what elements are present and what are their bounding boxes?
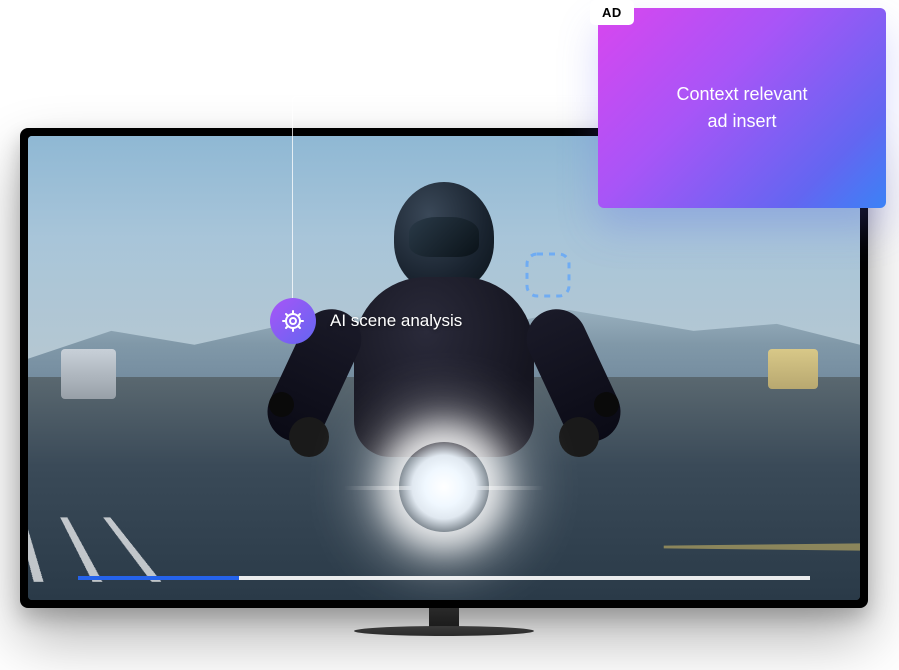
- bike-handlebar: [289, 417, 329, 457]
- vehicle-truck: [61, 349, 116, 399]
- ad-insert-card: AD Context relevant ad insert: [598, 8, 886, 208]
- vehicle-truck: [768, 349, 818, 389]
- rider-helmet: [394, 182, 494, 292]
- tv-stand: [354, 608, 534, 636]
- ad-tag: AD: [590, 0, 634, 25]
- road-shoulder: [663, 543, 860, 551]
- bike-mirror: [269, 392, 294, 417]
- bike-headlight: [399, 442, 489, 532]
- road-markings: [28, 517, 172, 582]
- video-progress-fill: [78, 576, 239, 580]
- ad-description: Context relevant ad insert: [627, 81, 857, 135]
- brain-circuit-icon: [270, 298, 316, 344]
- bike-mirror: [594, 392, 619, 417]
- ad-text-line: Context relevant: [676, 84, 807, 104]
- video-progress-bar[interactable]: [78, 576, 810, 580]
- analysis-label: AI scene analysis: [330, 311, 462, 331]
- bike-handlebar: [559, 417, 599, 457]
- helmet-visor: [409, 217, 479, 257]
- analysis-badge: AI scene analysis: [270, 298, 462, 344]
- motorcyclist: [304, 182, 584, 562]
- detection-highlight: [523, 250, 573, 300]
- ad-text-line: ad insert: [707, 111, 776, 131]
